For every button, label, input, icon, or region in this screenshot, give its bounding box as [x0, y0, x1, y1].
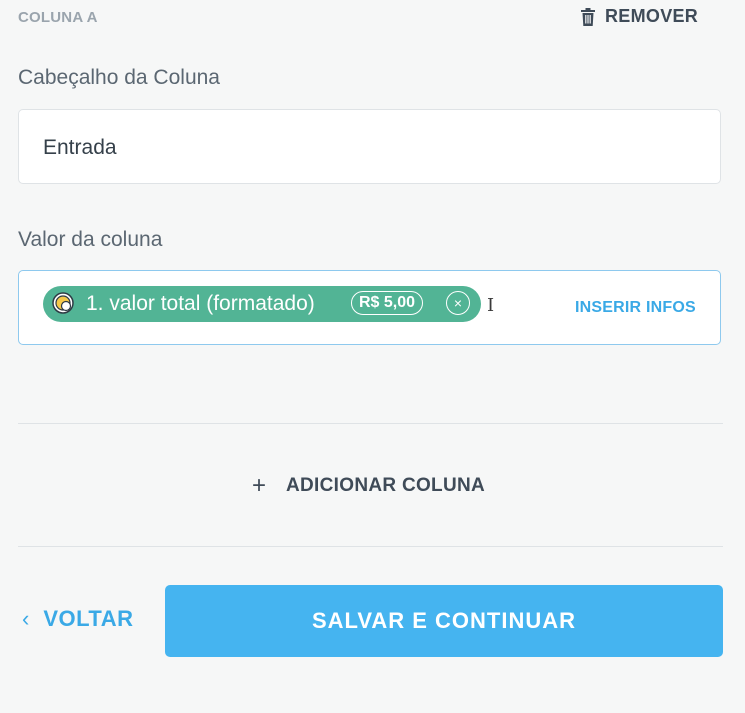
- chip-remove-icon[interactable]: ×: [446, 291, 470, 315]
- plus-icon: +: [252, 472, 267, 499]
- chevron-left-icon: ‹: [22, 606, 30, 631]
- save-continue-button[interactable]: SALVAR E CONTINUAR: [165, 585, 723, 657]
- value-field-label: Valor da coluna: [18, 228, 163, 251]
- divider: [18, 423, 723, 424]
- divider: [18, 546, 723, 547]
- chip-price-badge: R$ 5,00: [351, 291, 424, 315]
- header-input-value: Entrada: [43, 136, 117, 159]
- remove-label: REMOVER: [605, 6, 699, 26]
- header-field-label: Cabeçalho da Coluna: [18, 66, 220, 89]
- add-column-button[interactable]: + ADICIONAR COLUNA: [252, 474, 485, 498]
- coin-icon: [52, 292, 74, 314]
- back-label: VOLTAR: [43, 606, 134, 631]
- variable-chip[interactable]: 1. valor total (formatado) R$ 5,00 ×: [43, 286, 481, 322]
- value-input[interactable]: 1. valor total (formatado) R$ 5,00 × I I…: [18, 270, 721, 345]
- trash-icon: [581, 7, 595, 26]
- text-cursor-icon: I: [487, 295, 495, 316]
- chip-label: 1. valor total (formatado): [86, 292, 315, 315]
- insert-info-button[interactable]: INSERIR INFOS: [575, 299, 696, 317]
- back-button[interactable]: ‹ VOLTAR: [22, 606, 134, 632]
- column-title: COLUNA A: [18, 9, 98, 26]
- remove-button[interactable]: REMOVER: [581, 6, 698, 27]
- header-input[interactable]: Entrada: [18, 109, 721, 184]
- add-column-label: ADICIONAR COLUNA: [286, 475, 486, 496]
